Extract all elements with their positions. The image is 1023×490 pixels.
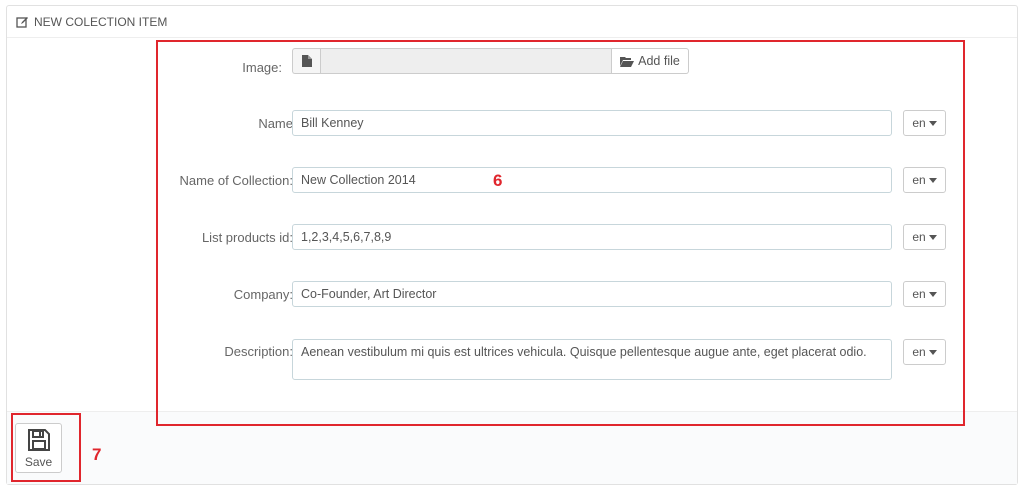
form-highlight-box	[156, 40, 965, 426]
panel-title: NEW COLECTION ITEM	[34, 14, 168, 29]
save-callout-number: 7	[92, 445, 102, 464]
save-highlight-box	[11, 413, 81, 482]
form-callout-number: 6	[493, 171, 503, 190]
edit-icon	[16, 16, 28, 28]
panel-heading: NEW COLECTION ITEM	[7, 6, 1017, 38]
